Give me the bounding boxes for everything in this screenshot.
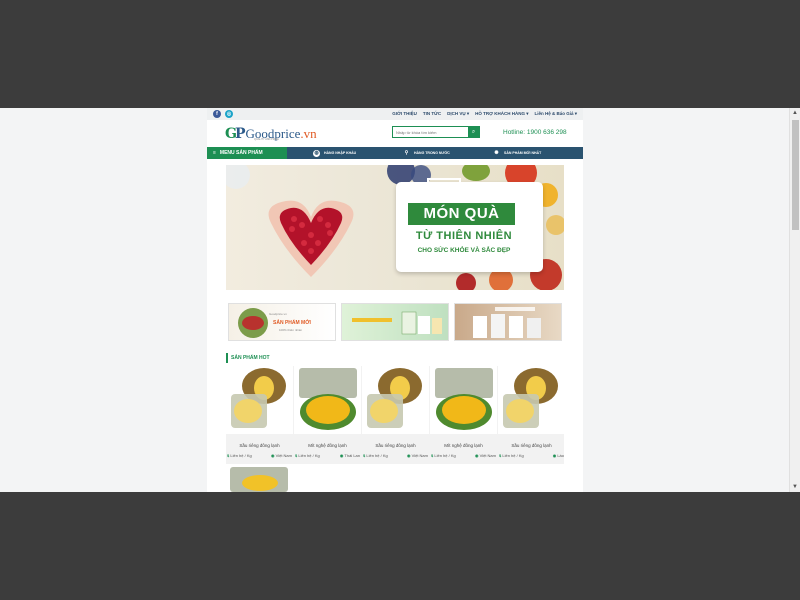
- promo-fruit-image: [238, 308, 268, 338]
- product-name[interactable]: Mít nghệ đông lạnh: [430, 443, 497, 448]
- product-card[interactable]: Mít nghệ đông lạnh $ Liên hệ / Kg ◉ Thái …: [294, 366, 361, 464]
- dollar-icon: $: [431, 453, 434, 458]
- search-icon[interactable]: ⌕: [468, 127, 479, 137]
- promo-brand: Goodprice.vn: [269, 312, 287, 316]
- promo-products-image: [352, 311, 442, 335]
- product-menu-label: MENU SẢN PHẨM: [219, 150, 263, 156]
- lightbulb-icon: ✺: [494, 150, 499, 156]
- product-list: Sầu riêng đông lạnh $ Liên hệ / Kg ◉ Việt…: [226, 366, 565, 464]
- facebook-icon[interactable]: f: [213, 110, 221, 118]
- nav-services[interactable]: DỊCH VỤ ▾: [447, 111, 469, 117]
- product-price: $ Liên hệ / Kg: [499, 453, 524, 458]
- product-image: [230, 467, 288, 492]
- product-card[interactable]: Sầu riêng đông lạnh $ Liên hệ / Kg ◉ Việt…: [226, 366, 293, 464]
- globe-icon: ◉: [552, 453, 557, 458]
- promo-subtext: 100% thiên nhiên: [279, 328, 303, 332]
- product-origin: ◉ Việt Nam: [474, 453, 496, 458]
- globe-icon: ◍: [313, 149, 320, 157]
- map-pin-icon: ⚲: [404, 150, 409, 156]
- banner-title: MÓN QUÀ: [408, 203, 515, 225]
- section-title-hot: SẢN PHẨM HOT: [226, 353, 270, 363]
- menu-new-products[interactable]: ✺ SẢN PHẨM MỚI NHẤT: [493, 150, 541, 157]
- promo-heading: SẢN PHẨM MỚI: [273, 320, 311, 326]
- globe-icon: ◉: [474, 453, 479, 458]
- scrollbar-thumb[interactable]: [792, 120, 799, 230]
- promo-new-products[interactable]: Goodprice.vn SẢN PHẨM MỚI 100% thiên nhi…: [228, 303, 336, 341]
- gift-bow-icon: [427, 178, 461, 198]
- top-nav: GIỚI THIỆU TIN TỨC DỊCH VỤ ▾ HỖ TRỢ KHÁC…: [392, 111, 577, 117]
- banner-tagline: CHO SỨC KHỎE VÀ SẮC ĐẸP: [417, 247, 511, 254]
- dollar-icon: $: [499, 453, 502, 458]
- page-container: f ◎ GIỚI THIỆU TIN TỨC DỊCH VỤ ▾ HỖ TRỢ …: [207, 108, 583, 492]
- product-origin: ◉ Lào: [552, 453, 564, 458]
- product-image: [430, 366, 497, 434]
- product-price: $ Liên hệ / Kg: [363, 453, 388, 458]
- scroll-up-arrow-icon[interactable]: ▲: [792, 109, 798, 117]
- logo-tagline: QUALITY AND PRICE: [254, 138, 279, 141]
- heart-pomegranate-image: [268, 200, 354, 277]
- product-card[interactable]: Mít nghệ đông lạnh $ Liên hệ / Kg ◉ Việt …: [430, 366, 497, 464]
- product-origin: ◉ Việt Nam: [406, 453, 428, 458]
- globe-icon: ◉: [406, 453, 411, 458]
- nav-support[interactable]: HỖ TRỢ KHÁCH HÀNG ▾: [475, 111, 528, 117]
- menu-domestic-goods[interactable]: ⚲ HÀNG TRONG NƯỚC: [403, 150, 450, 157]
- promo-packaged[interactable]: [454, 303, 562, 341]
- hotline[interactable]: Hotline: 1900 636 298: [503, 129, 567, 136]
- product-card[interactable]: Sầu riêng đông lạnh $ Liên hệ / Kg ◉ Việt…: [362, 366, 429, 464]
- product-name[interactable]: Sầu riêng đông lạnh: [362, 443, 429, 448]
- hero-banner[interactable]: MÓN QUÀ TỪ THIÊN NHIÊN CHO SỨC KHỎE VÀ S…: [226, 165, 564, 290]
- promo-packages-image: [473, 307, 541, 338]
- globe-icon: ◉: [270, 453, 275, 458]
- logo-mark: GP: [225, 125, 245, 142]
- product-name[interactable]: Sầu riêng đông lạnh: [498, 443, 565, 448]
- nav-contact[interactable]: Liên Hệ & Báo Giá ▾: [534, 111, 577, 117]
- product-name[interactable]: Mít nghệ đông lạnh: [294, 443, 361, 448]
- dollar-icon: $: [227, 453, 230, 458]
- dollar-icon: $: [295, 453, 298, 458]
- instagram-icon[interactable]: ◎: [225, 110, 233, 118]
- menu-imported-goods[interactable]: ◍ HÀNG NHẬP KHẨU: [313, 149, 356, 157]
- product-image: [362, 366, 429, 434]
- banner-subtitle: TỪ THIÊN NHIÊN: [415, 230, 513, 242]
- banner-card: [396, 178, 543, 272]
- scroll-down-arrow-icon[interactable]: ▼: [792, 483, 798, 491]
- nav-about[interactable]: GIỚI THIỆU: [392, 111, 417, 117]
- promo-organic[interactable]: [341, 303, 449, 341]
- product-menu-button[interactable]: ≡ MENU SẢN PHẨM: [207, 147, 287, 159]
- dollar-icon: $: [363, 453, 366, 458]
- hamburger-icon: ≡: [213, 150, 216, 156]
- product-image: [294, 366, 361, 434]
- browser-viewport: f ◎ GIỚI THIỆU TIN TỨC DỊCH VỤ ▾ HỖ TRỢ …: [0, 108, 800, 492]
- main-menu-bar: ≡ MENU SẢN PHẨM ◍ HÀNG NHẬP KHẨU ⚲ HÀNG …: [207, 147, 583, 159]
- top-bar: f ◎ GIỚI THIỆU TIN TỨC DỊCH VỤ ▾ HỖ TRỢ …: [207, 108, 583, 120]
- promo-tiles: Goodprice.vn SẢN PHẨM MỚI 100% thiên nhi…: [228, 303, 562, 341]
- product-image: [226, 366, 293, 434]
- product-price: $ Liên hệ / Kg: [431, 453, 456, 458]
- globe-icon: ◉: [339, 453, 344, 458]
- product-origin: ◉ Việt Nam: [270, 453, 292, 458]
- product-card[interactable]: Sầu riêng đông lạnh $ Liên hệ / Kg ◉ Lào: [498, 366, 565, 464]
- product-card-partial[interactable]: [226, 465, 293, 492]
- product-origin: ◉ Thái Lan: [339, 453, 360, 458]
- nav-news[interactable]: TIN TỨC: [423, 111, 441, 117]
- page-scrollbar[interactable]: ▲ ▼: [789, 108, 800, 492]
- search-box: ⌕: [392, 126, 480, 138]
- product-price: $ Liên hệ / Kg: [227, 453, 252, 458]
- search-input[interactable]: [393, 127, 468, 137]
- product-name[interactable]: Sầu riêng đông lạnh: [226, 443, 293, 448]
- product-price: $ Liên hệ / Kg: [295, 453, 320, 458]
- product-image: [498, 366, 565, 434]
- site-header: GP Goodprice.vn QUALITY AND PRICE ⌕ Hotl…: [207, 120, 583, 147]
